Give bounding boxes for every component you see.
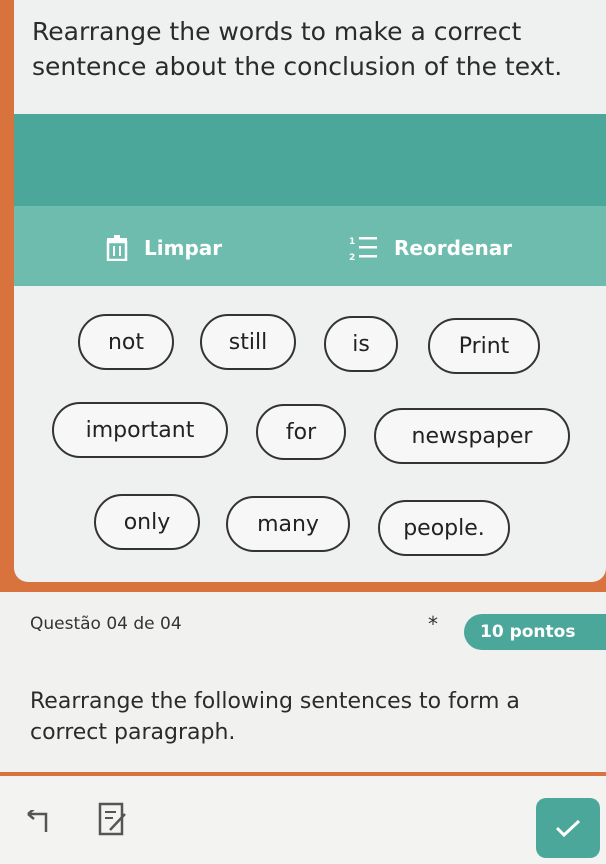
word-chip[interactable]: is [324, 316, 398, 372]
question-counter: Questão 04 de 04 [30, 614, 182, 634]
answer-toolbar: Limpar 1 2 Reordenar [14, 206, 606, 286]
word-chip[interactable]: only [94, 494, 200, 550]
word-chip[interactable]: for [256, 404, 346, 460]
word-chip[interactable]: people. [378, 500, 510, 556]
svg-text:1: 1 [349, 237, 355, 247]
svg-text:2: 2 [349, 253, 355, 262]
question-instruction: Rearrange the following sentences to for… [30, 689, 520, 745]
points-badge: 10 pontos [464, 614, 606, 650]
reorder-button[interactable]: 1 2 Reordenar [348, 230, 512, 266]
word-chip[interactable]: important [52, 402, 228, 458]
word-chip[interactable]: newspaper [374, 408, 570, 464]
word-chip[interactable]: many [226, 496, 350, 552]
confirm-button[interactable] [536, 798, 600, 858]
clear-label: Limpar [144, 236, 223, 260]
question-card: Rearrange the words to make a correct se… [14, 0, 606, 582]
edit-note-icon [98, 802, 126, 836]
question-prompt: Rearrange the words to make a correct se… [32, 17, 563, 81]
answer-drop-zone[interactable] [14, 114, 606, 206]
word-chip[interactable]: still [200, 314, 296, 370]
back-button[interactable] [24, 808, 52, 838]
word-chip[interactable]: Print [428, 318, 540, 374]
required-marker: * [428, 612, 438, 636]
clear-button[interactable]: Limpar [106, 230, 222, 266]
word-chip[interactable]: not [78, 314, 174, 370]
check-icon [555, 819, 581, 838]
numbered-list-icon: 1 2 [349, 237, 377, 262]
next-question-section: Questão 04 de 04 * 10 pontos Rearrange t… [0, 592, 606, 772]
notes-button[interactable] [98, 802, 128, 842]
footer-bar [0, 776, 606, 864]
trash-icon [106, 235, 128, 261]
back-arrow-icon [27, 808, 48, 832]
reorder-label: Reordenar [394, 236, 513, 260]
